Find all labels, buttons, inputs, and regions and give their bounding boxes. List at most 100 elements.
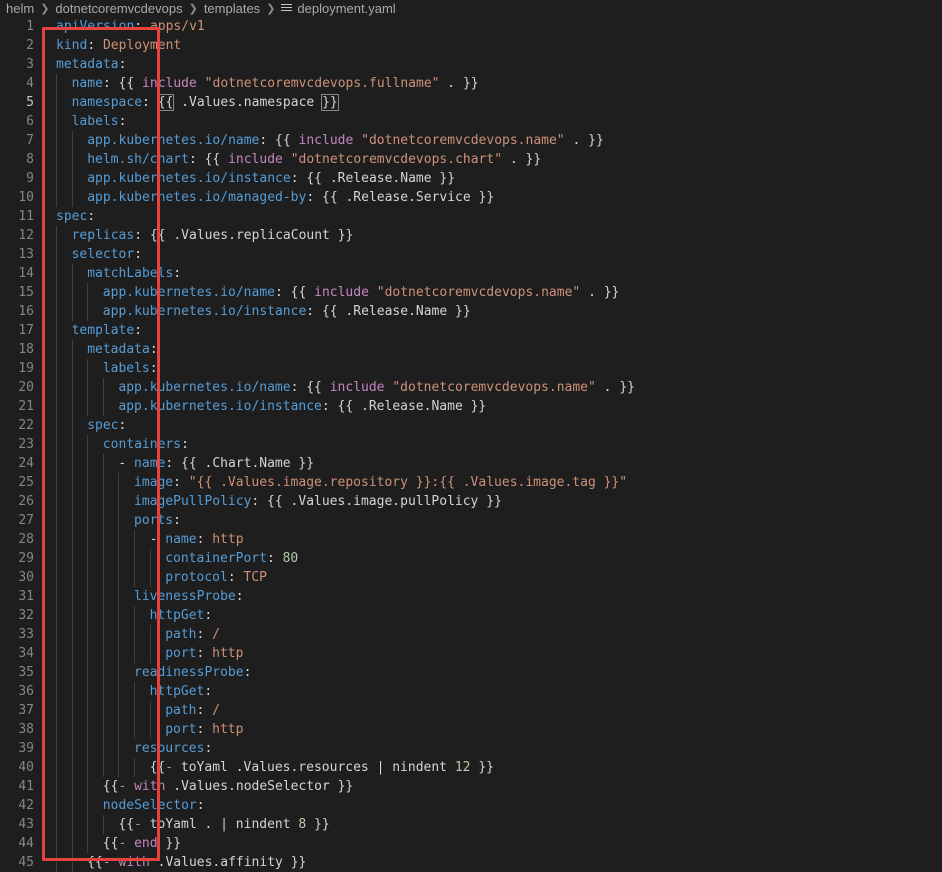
code-line[interactable]: 27 ports: xyxy=(0,511,942,530)
indent-guide xyxy=(56,359,57,378)
code-token: "dotnetcoremvcdevops.fullname" xyxy=(204,76,440,91)
code-line[interactable]: 39 resources: xyxy=(0,739,942,758)
code-line[interactable]: 9 app.kubernetes.io/instance: {{ .Release… xyxy=(0,169,942,188)
code-text: metadata: xyxy=(34,55,126,74)
code-text: protocol: TCP xyxy=(34,568,267,587)
code-token: : xyxy=(196,722,213,737)
indent-guide xyxy=(56,378,57,397)
code-line[interactable]: 25 image: "{{ .Values.image.repository }}… xyxy=(0,473,942,492)
code-line[interactable]: 42 nodeSelector: xyxy=(0,796,942,815)
indent-guide xyxy=(149,720,151,739)
code-text: metadata: xyxy=(34,340,158,359)
code-token: : xyxy=(227,570,244,585)
code-line[interactable]: 41 {{- with .Values.nodeSelector }} xyxy=(0,777,942,796)
code-token: : xyxy=(196,703,213,718)
indent-guide xyxy=(87,435,89,454)
code-token: app.kubernetes.io/instance xyxy=(118,399,322,414)
code-line[interactable]: 11 spec: xyxy=(0,207,942,226)
breadcrumb-item-templates[interactable]: templates xyxy=(204,1,260,16)
code-line[interactable]: 26 imagePullPolicy: {{ .Values.image.pull… xyxy=(0,492,942,511)
code-line[interactable]: 31 livenessProbe: xyxy=(0,587,942,606)
indent-guide xyxy=(87,397,89,416)
indent-guide xyxy=(134,530,135,549)
code-line[interactable]: 30 protocol: TCP xyxy=(0,568,942,587)
code-line[interactable]: 24- name: {{ .Chart.Name }} xyxy=(0,454,942,473)
code-text: imagePullPolicy: {{ .Values.image.pullPo… xyxy=(34,492,502,511)
code-line[interactable]: 2 kind: Deployment xyxy=(0,36,942,55)
code-token: Deployment xyxy=(102,38,182,53)
indent-guide xyxy=(71,416,73,435)
breadcrumb-item-project[interactable]: dotnetcoremvcdevops xyxy=(55,1,182,16)
indent-guide xyxy=(102,549,104,568)
line-number: 30 xyxy=(18,570,34,585)
code-text: name: {{ include "dotnetcoremvcdevops.fu… xyxy=(34,74,479,93)
code-line[interactable]: 1 apiVersion: apps/v1 xyxy=(0,17,942,36)
code-token: : xyxy=(173,266,182,281)
code-line[interactable]: 7 app.kubernetes.io/name: {{ include "dot… xyxy=(0,131,942,150)
code-token: {{ xyxy=(102,779,119,794)
code-token: : xyxy=(149,361,158,376)
breadcrumb-item-helm[interactable]: helm xyxy=(6,1,34,16)
code-line[interactable]: 23 containers: xyxy=(0,435,942,454)
code-line[interactable]: 4 name: {{ include "dotnetcoremvcdevops.f… xyxy=(0,74,942,93)
code-token: spec xyxy=(87,418,119,433)
code-editor[interactable]: 1 apiVersion: apps/v1 2 kind: Deployment 3 me… xyxy=(0,17,942,872)
indent-guide xyxy=(102,397,104,416)
indent-guide xyxy=(87,302,89,321)
code-line[interactable]: 37 path: / xyxy=(0,701,942,720)
code-line[interactable]: 3 metadata: xyxy=(0,55,942,74)
code-line[interactable]: 5 namespace: {{ .Values.namespace }} xyxy=(0,93,942,112)
code-line[interactable]: 38 port: http xyxy=(0,720,942,739)
code-line[interactable]: 33 path: / xyxy=(0,625,942,644)
code-line[interactable]: 16 app.kubernetes.io/instance: {{ .Releas… xyxy=(0,302,942,321)
code-line[interactable]: 8 helm.sh/chart: {{ include "dotnetcoremv… xyxy=(0,150,942,169)
indent-guide xyxy=(87,587,89,606)
code-text: replicas: {{ .Values.replicaCount }} xyxy=(34,226,353,245)
code-line[interactable]: 44 {{- end }} xyxy=(0,834,942,853)
code-text: kind: Deployment xyxy=(34,36,181,55)
code-line[interactable]: 40 {{- toYaml .Values.resources | nindent… xyxy=(0,758,942,777)
code-line[interactable]: 15 app.kubernetes.io/name: {{ include "do… xyxy=(0,283,942,302)
code-line[interactable]: 17 template: xyxy=(0,321,942,340)
code-line[interactable]: 32 httpGet: xyxy=(0,606,942,625)
code-token: }} xyxy=(470,760,494,775)
code-token: ports xyxy=(134,513,174,528)
line-number: 36 xyxy=(18,684,34,699)
code-line[interactable]: 43 {{- toYaml . | nindent 8 }} xyxy=(0,815,942,834)
code-line[interactable]: 29 containerPort: 80 xyxy=(0,549,942,568)
breadcrumb-item-file[interactable]: deployment.yaml xyxy=(297,1,395,16)
code-token: : {{ xyxy=(188,152,229,167)
code-line[interactable]: 10 app.kubernetes.io/managed-by: {{ .Rele… xyxy=(0,188,942,207)
code-line[interactable]: 22 spec: xyxy=(0,416,942,435)
code-line[interactable]: 14 matchLabels: xyxy=(0,264,942,283)
code-line[interactable]: 13 selector: xyxy=(0,245,942,264)
line-number: 12 xyxy=(18,228,34,243)
breadcrumb: helm ❯ dotnetcoremvcdevops ❯ templates ❯… xyxy=(0,0,942,16)
code-text: containers: xyxy=(34,435,189,454)
indent-guide xyxy=(102,815,104,834)
code-line[interactable]: 21 app.kubernetes.io/instance: {{ .Releas… xyxy=(0,397,942,416)
code-line[interactable]: 19 labels: xyxy=(0,359,942,378)
code-line[interactable]: 6 labels: xyxy=(0,112,942,131)
code-token: nodeSelector xyxy=(102,798,197,813)
code-line[interactable]: 18 metadata: xyxy=(0,340,942,359)
indent-guide xyxy=(56,587,57,606)
code-token: apiVersion xyxy=(56,19,135,34)
code-token: .Values.nodeSelector }} xyxy=(165,779,354,794)
code-line[interactable]: 45 {{- with .Values.affinity }} xyxy=(0,853,942,872)
line-number: 13 xyxy=(18,247,34,262)
indent-guide xyxy=(71,359,73,378)
code-line[interactable]: 20 app.kubernetes.io/name: {{ include "do… xyxy=(0,378,942,397)
code-line[interactable]: 35 readinessProbe: xyxy=(0,663,942,682)
code-line[interactable]: 36 httpGet: xyxy=(0,682,942,701)
code-line[interactable]: 34 port: http xyxy=(0,644,942,663)
indent-guide xyxy=(71,302,73,321)
indent-guide xyxy=(118,644,120,663)
line-number: 9 xyxy=(26,171,34,186)
code-line[interactable]: 12 replicas: {{ .Values.replicaCount }} xyxy=(0,226,942,245)
code-token: name xyxy=(165,532,197,547)
code-token: "dotnetcoremvcdevops.name" xyxy=(376,285,581,300)
indent-guide xyxy=(56,150,57,169)
code-line[interactable]: 28- name: http xyxy=(0,530,942,549)
code-text: template: xyxy=(34,321,142,340)
